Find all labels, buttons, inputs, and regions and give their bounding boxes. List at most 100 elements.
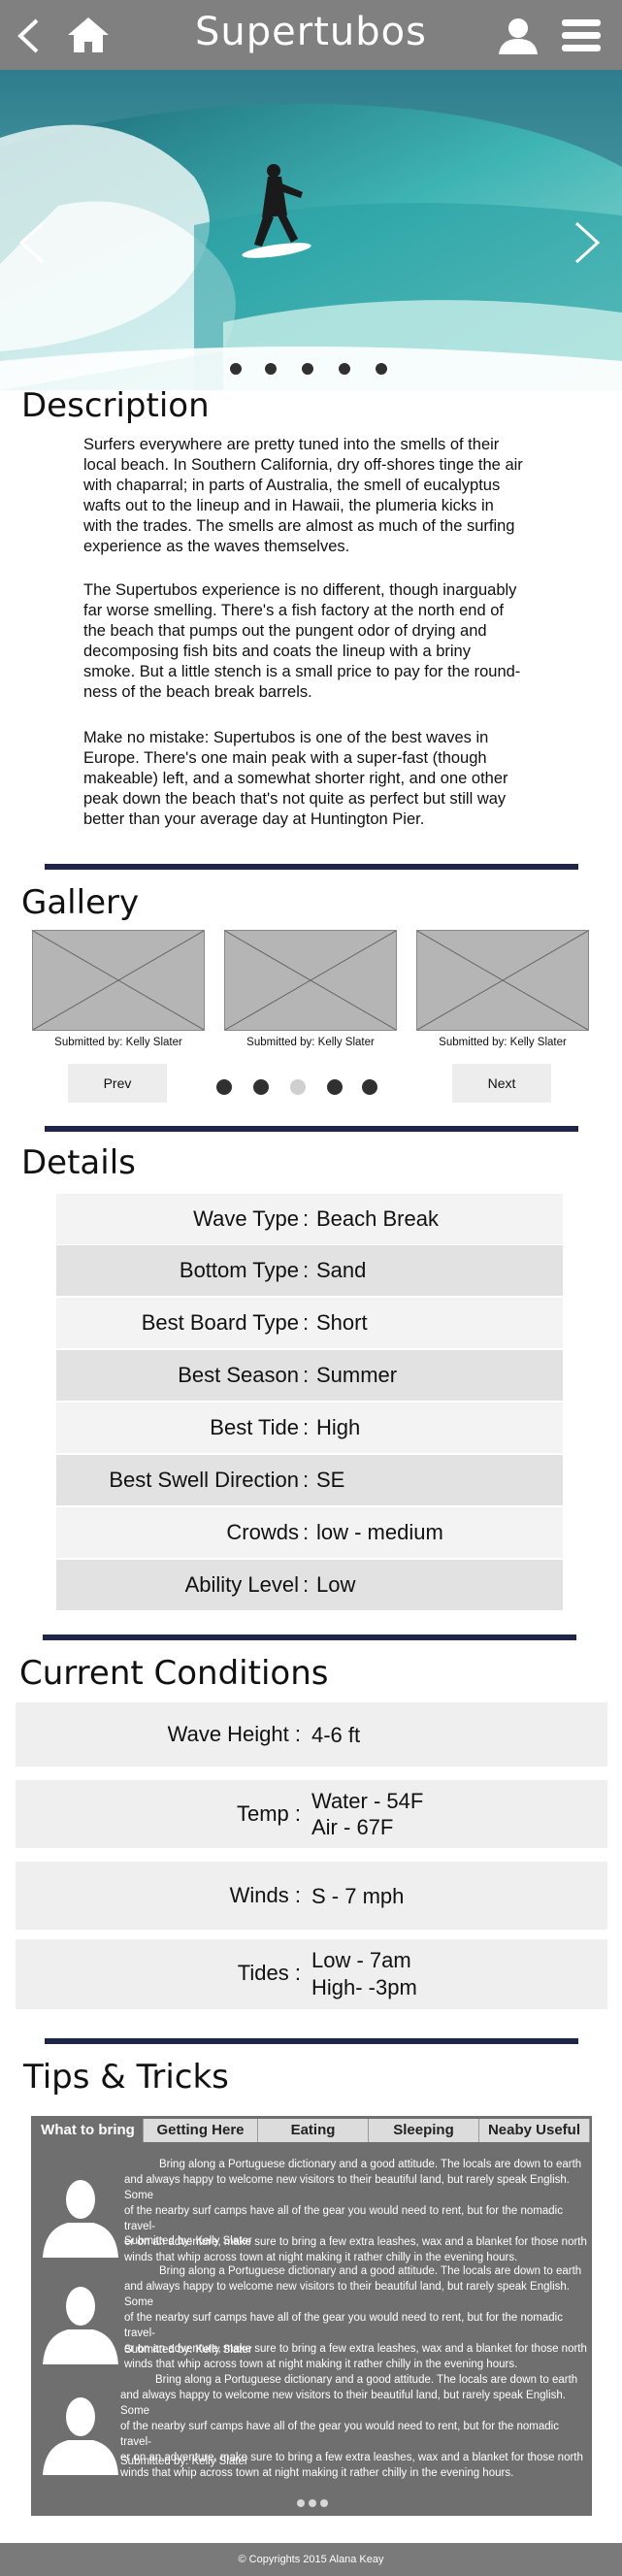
gallery-thumbnail[interactable]	[416, 930, 589, 1031]
text-line: smoke. But a little stench is a small pr…	[83, 663, 521, 680]
text-line: wafts out to the lineup and in Hawaii, t…	[83, 497, 494, 514]
text-line: Bring along a Portuguese dictionary and …	[159, 2159, 582, 2170]
text-line: better than your average day at Huntingt…	[83, 810, 425, 828]
condition-row: Winds : S - 7 mph	[16, 1862, 607, 1930]
avatar	[39, 2277, 122, 2364]
text-line: and always happy to welcome new visitors…	[120, 2390, 566, 2417]
text-line: Europe. There's one main peak with a sup…	[83, 749, 487, 767]
gallery-thumbnail[interactable]	[224, 930, 397, 1031]
text-line: experience as the waves themselves.	[83, 538, 350, 555]
condition-value: Water - 54F	[311, 1789, 424, 1813]
user-icon	[499, 18, 538, 54]
detail-value: Low	[316, 1572, 356, 1597]
text-line: of the nearby surf camps have all of the…	[124, 2312, 563, 2339]
person-silhouette-icon	[43, 2287, 118, 2364]
image-placeholder-icon	[225, 931, 396, 1030]
hero-carousel[interactable]	[0, 70, 622, 390]
hero-next-button[interactable]	[573, 220, 602, 265]
detail-separator: :	[303, 1206, 310, 1231]
detail-separator: :	[303, 1415, 310, 1439]
description-heading: Description	[21, 386, 210, 425]
detail-value: Beach Break	[316, 1206, 439, 1231]
avatar	[39, 2388, 122, 2475]
condition-row: Tides : Low - 7am High- -3pm	[16, 1939, 607, 2009]
footer: © Copyrights 2015 Alana Keay	[0, 2543, 622, 2576]
tip-author: Submitted by: Kelly Slater	[120, 2456, 248, 2467]
detail-separator: :	[303, 1572, 310, 1597]
detail-row: Ability Level : Low	[56, 1560, 563, 1610]
person-silhouette-icon	[43, 2180, 118, 2258]
detail-label: Best Season	[178, 1363, 299, 1387]
text-line: the beach that pumps out the pungent odo…	[83, 622, 487, 640]
gallery-page-dot-active[interactable]	[290, 1079, 306, 1095]
description-paragraph: Surfers everywhere are pretty tuned into…	[83, 435, 607, 557]
gallery-thumbnail[interactable]	[32, 930, 205, 1031]
detail-separator: :	[303, 1520, 310, 1544]
tab-eating[interactable]: Eating	[258, 2119, 369, 2142]
detail-label: Best Swell Direction	[109, 1468, 299, 1492]
text-line: Surfers everywhere are pretty tuned into…	[83, 436, 500, 453]
top-bar: Supertubos	[0, 0, 622, 70]
detail-row: Best Season : Summer	[56, 1350, 563, 1401]
copyright-text: © Copyrights 2015 Alana Keay	[238, 2554, 384, 2565]
hamburger-menu-icon	[562, 19, 601, 51]
tip-author: Submitted by: Kelly Slater	[124, 2235, 252, 2247]
condition-row: Wave Height : 4-6 ft	[16, 1702, 607, 1767]
gallery-next-button[interactable]: Next	[452, 1064, 551, 1103]
image-placeholder-icon	[417, 931, 588, 1030]
section-divider	[43, 1635, 576, 1640]
tips-page-dot[interactable]	[309, 2499, 316, 2507]
text-line: of the nearby surf camps have all of the…	[124, 2205, 563, 2232]
tab-getting-here[interactable]: Getting Here	[144, 2119, 258, 2142]
chevron-right-icon	[574, 221, 601, 264]
condition-value: S - 7 mph	[311, 1884, 405, 1908]
carousel-dot[interactable]	[337, 361, 352, 377]
detail-separator: :	[303, 1468, 310, 1492]
gallery-page-dot[interactable]	[216, 1079, 232, 1095]
account-button[interactable]	[497, 17, 540, 54]
gallery-caption: Submitted by: Kelly Slater	[54, 1037, 182, 1048]
carousel-dot[interactable]	[228, 361, 244, 377]
text-line: decomposing fish bits and coats the line…	[83, 643, 471, 660]
detail-value: Short	[316, 1310, 368, 1335]
text-line: Bring along a Portuguese dictionary and …	[155, 2374, 578, 2386]
gallery-page-dot[interactable]	[327, 1079, 343, 1095]
detail-value: low - medium	[316, 1520, 443, 1544]
condition-label: Winds :	[229, 1883, 301, 1907]
detail-separator: :	[303, 1363, 310, 1387]
text-line: ness of the beach break barrels.	[83, 683, 312, 701]
details-heading: Details	[21, 1143, 136, 1182]
tab-what-to-bring[interactable]: What to bring	[33, 2119, 144, 2142]
condition-value: Low - 7am	[311, 1948, 411, 1972]
text-line: and always happy to welcome new visitors…	[124, 2281, 570, 2308]
carousel-dot[interactable]	[374, 361, 389, 377]
menu-button[interactable]	[561, 17, 602, 54]
tip-author: Submitted by: Kelly Slater	[124, 2344, 252, 2356]
detail-label: Crowds	[226, 1520, 299, 1544]
gallery-prev-button[interactable]: Prev	[68, 1064, 167, 1103]
hero-prev-button[interactable]	[17, 220, 47, 265]
tab-sleeping[interactable]: Sleeping	[369, 2119, 479, 2142]
tips-page-dot[interactable]	[320, 2499, 328, 2507]
detail-value: High	[316, 1415, 361, 1439]
detail-label: Bottom Type	[179, 1258, 299, 1282]
text-line: local beach. In Southern California, dry…	[83, 456, 523, 474]
gallery-page-dot[interactable]	[253, 1079, 269, 1095]
section-divider	[45, 864, 578, 870]
gallery-heading: Gallery	[21, 883, 140, 922]
condition-label: Wave Height :	[167, 1722, 301, 1746]
carousel-dot[interactable]	[263, 361, 278, 377]
text-line: with the trades. The smells are almost a…	[83, 517, 515, 535]
detail-value: Summer	[316, 1363, 398, 1387]
gallery-page-dot[interactable]	[362, 1079, 377, 1095]
tab-nearby-useful[interactable]: Neaby Useful	[479, 2119, 590, 2142]
tips-page-dot[interactable]	[297, 2499, 305, 2507]
text-line: with chaparral; in parts of Australia, t…	[83, 477, 501, 494]
detail-separator: :	[303, 1258, 310, 1282]
condition-row: Temp : Water - 54F Air - 67F	[16, 1780, 607, 1848]
detail-separator: :	[303, 1310, 310, 1335]
detail-row: Bottom Type : Sand	[56, 1245, 563, 1296]
text-line: The Supertubos experience is no differen…	[83, 581, 517, 599]
text-line: winds that whip across town at night mak…	[120, 2467, 514, 2479]
carousel-dot[interactable]	[300, 361, 315, 377]
